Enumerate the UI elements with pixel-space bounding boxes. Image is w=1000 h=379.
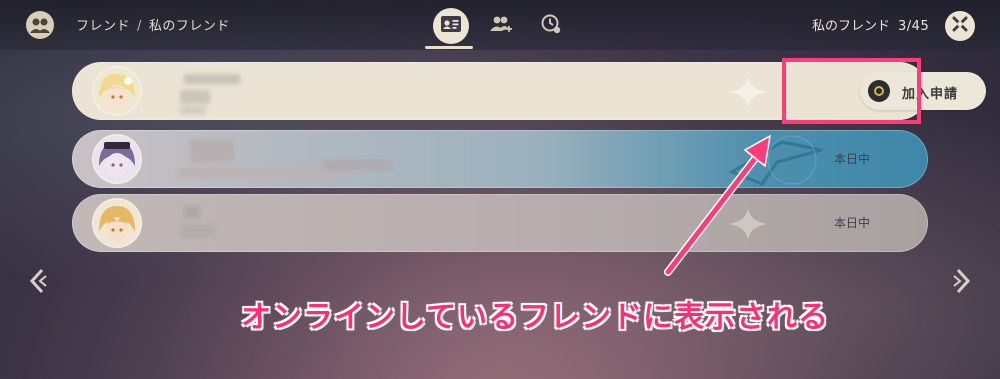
friend-count-label: 私のフレンド [812, 19, 891, 34]
friend-row[interactable]: 本日中 [72, 130, 928, 188]
active-tab-indicator [425, 46, 473, 49]
friends-icon [26, 11, 54, 39]
annotation-caption: オンラインしているフレンドに表示される [240, 300, 830, 335]
breadcrumb-separator: / [137, 19, 142, 34]
breadcrumb-root[interactable]: フレンド [76, 19, 130, 34]
tab-recent[interactable] [533, 8, 569, 44]
chevron-right-icon [952, 268, 972, 300]
close-button[interactable] [945, 11, 975, 41]
online-status: 本日中 [833, 152, 870, 166]
blurred-name [184, 206, 200, 218]
online-status: 本日中 [833, 216, 870, 230]
friend-card-icon [440, 15, 462, 37]
qiqi-avatar[interactable] [94, 136, 140, 182]
blurred-name [190, 140, 234, 162]
prev-page-button[interactable] [28, 266, 48, 296]
friend-row[interactable]: 本日中 [72, 194, 928, 252]
blurred-signature [180, 224, 216, 238]
friend-count-value: 3/45 [898, 19, 930, 34]
emblem-decoration-icon [728, 135, 823, 186]
breadcrumb: フレンド / 私のフレンド [76, 15, 230, 34]
close-icon [951, 15, 969, 37]
add-friend-icon [489, 13, 513, 39]
blurred-uid [180, 106, 206, 114]
blurred-uid [322, 160, 392, 170]
lumine-avatar[interactable] [94, 68, 140, 114]
star-decoration-icon [728, 208, 768, 240]
friend-count: 私のフレンド 3/45 [812, 15, 929, 34]
chevron-left-icon [28, 268, 48, 300]
top-bar: フレンド / 私のフレンド 私のフレンド 3/45 [0, 0, 1000, 50]
star-decoration-icon [728, 76, 768, 108]
recent-clock-icon [540, 13, 562, 39]
tab-add-friend[interactable] [483, 8, 519, 44]
highlight-box [782, 58, 921, 124]
next-page-button[interactable] [952, 266, 972, 296]
aether-avatar[interactable] [94, 200, 140, 246]
blurred-name [184, 74, 240, 84]
blurred-signature [180, 90, 210, 104]
tab-friend-list[interactable] [433, 8, 469, 44]
breadcrumb-current: 私のフレンド [148, 19, 230, 34]
